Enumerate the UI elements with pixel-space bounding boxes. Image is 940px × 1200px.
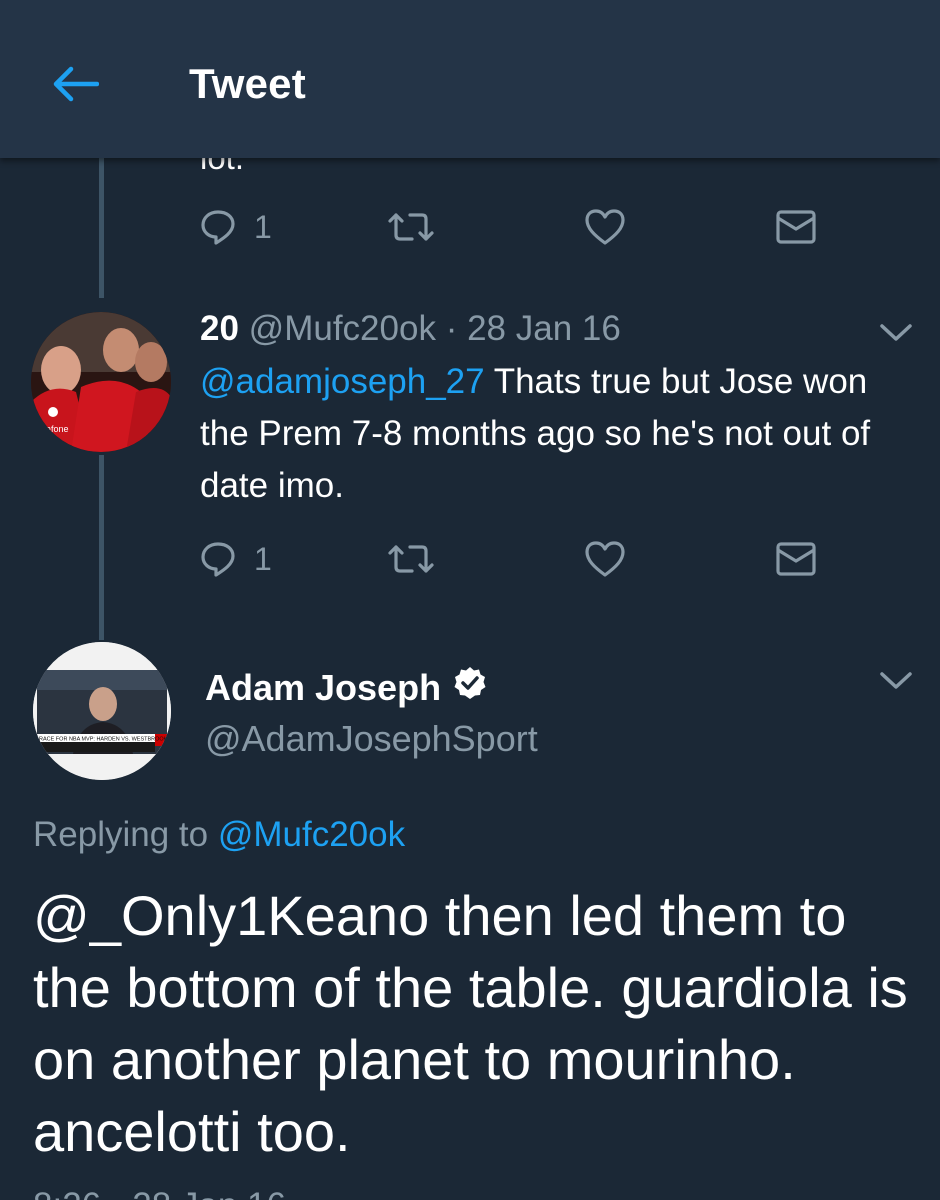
reply-author-handle[interactable]: @Mufc20ok xyxy=(249,309,436,348)
reply-button[interactable]: 1 xyxy=(200,534,272,584)
previous-tweet-actions: 1 xyxy=(200,202,840,252)
like-button[interactable] xyxy=(584,202,626,252)
retweet-button[interactable] xyxy=(386,534,436,584)
retweet-button[interactable] xyxy=(386,202,436,252)
meta-separator: · xyxy=(445,309,458,348)
envelope-icon xyxy=(776,210,816,244)
direct-message-button[interactable] xyxy=(776,202,816,252)
svg-text:dafone: dafone xyxy=(41,424,69,434)
reply-button[interactable]: 1 xyxy=(200,202,272,252)
user-avatar-image: RACE FOR NBA MVP: HARDEN VS. WESTBROOK xyxy=(33,642,171,780)
reply-count: 1 xyxy=(254,208,272,245)
reply-tweet-meta: 20 @Mufc20ok · 28 Jan 16 xyxy=(200,306,621,352)
author-name[interactable]: Adam Joseph xyxy=(205,667,441,709)
avatar[interactable]: RACE FOR NBA MVP: HARDEN VS. WESTBROOK xyxy=(31,640,173,782)
author-name-row: Adam Joseph xyxy=(205,666,487,709)
tweet-timestamp: 8:26 · 28 Jan 16 xyxy=(33,1186,286,1200)
mention-link[interactable]: @adamjoseph_27 xyxy=(200,362,485,401)
reply-icon xyxy=(201,542,235,577)
replying-to-line: Replying to @Mufc20ok xyxy=(33,815,405,855)
retweet-icon xyxy=(388,545,434,573)
thread-connector-line xyxy=(99,455,104,640)
author-handle[interactable]: @AdamJosephSport xyxy=(205,718,538,760)
user-avatar-image: dafone xyxy=(31,312,171,452)
avatar-caption: RACE FOR NBA MVP: HARDEN VS. WESTBROOK xyxy=(39,737,168,743)
main-tweet-text: @_Only1Keano then led them to the bottom… xyxy=(33,884,908,1163)
reply-icon xyxy=(201,210,235,245)
chevron-down-icon xyxy=(880,672,912,689)
page-title: Tweet xyxy=(189,60,306,107)
reply-author-name[interactable]: 20 xyxy=(200,309,239,348)
thread-connector-line xyxy=(99,150,104,298)
reply-count: 1 xyxy=(254,540,272,577)
top-app-bar: Tweet xyxy=(0,0,940,158)
reply-tweet-actions: 1 xyxy=(200,534,840,584)
direct-message-button[interactable] xyxy=(776,534,816,584)
retweet-icon xyxy=(388,213,434,241)
arrow-left-icon xyxy=(53,66,99,102)
reply-tweet-text: @adamjoseph_27 Thats true but Jose won t… xyxy=(200,356,890,512)
chevron-down-icon xyxy=(880,324,912,341)
replying-to-link[interactable]: @Mufc20ok xyxy=(218,815,405,854)
heart-icon xyxy=(585,541,625,577)
tweet-options-button[interactable] xyxy=(876,318,916,348)
verified-badge-icon xyxy=(453,666,487,709)
avatar[interactable]: dafone xyxy=(31,312,171,452)
heart-icon xyxy=(585,209,625,245)
reply-date[interactable]: 28 Jan 16 xyxy=(467,309,621,348)
replying-prefix: Replying to xyxy=(33,815,218,854)
back-button[interactable] xyxy=(44,58,106,110)
like-button[interactable] xyxy=(584,534,626,584)
tweet-options-button[interactable] xyxy=(876,666,916,696)
envelope-icon xyxy=(776,542,816,576)
